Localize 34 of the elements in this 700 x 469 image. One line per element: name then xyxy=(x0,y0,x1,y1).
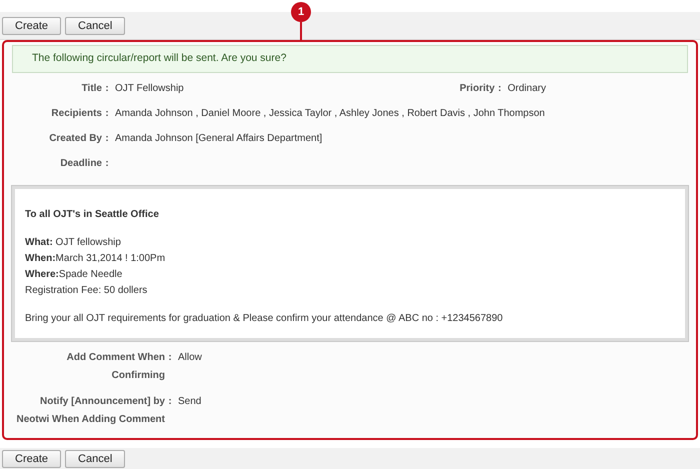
toolbar-button[interactable]: Create xyxy=(2,16,62,34)
field-label: Priority xyxy=(460,82,495,96)
message-line: What: OJT fellowship xyxy=(25,236,122,250)
field-value: Amanda Johnson , Daniel Moore , Jessica Taylor , Ashley Jones , Robert Davis , John Thompson xyxy=(115,107,545,121)
field-value: Amanda Johnson [General Affairs Department] xyxy=(115,132,322,146)
message-line: Registration Fee: 50 dollers xyxy=(25,284,148,298)
field-value: Ordinary xyxy=(508,82,546,96)
toolbar-button[interactable]: Create xyxy=(2,450,62,468)
message-heading: To all OJT's in Seattle Office xyxy=(25,208,160,222)
colon: : xyxy=(104,157,110,171)
message-line: Bring your all OJT requirements for graduation & Please confirm your attendance @ ABC no : +1234567890 xyxy=(25,312,504,326)
colon: : xyxy=(104,82,110,96)
field-label: Title xyxy=(80,82,102,96)
option-label: Neotwi When Adding Comment xyxy=(16,413,165,427)
option-value: Send xyxy=(178,395,202,409)
colon: : xyxy=(167,395,173,409)
colon: : xyxy=(167,351,173,365)
option-label: Notify [Announcement] by xyxy=(40,395,165,409)
field-label: Deadline xyxy=(59,157,102,171)
message-line: When:March 31,2014 ! 1:00Pm xyxy=(25,252,166,266)
option-value: Allow xyxy=(178,351,202,365)
colon: : xyxy=(104,107,110,121)
field-label: Recipients xyxy=(50,107,102,121)
option-label: Confirming xyxy=(112,369,165,383)
field-value: OJT Fellowship xyxy=(115,82,184,96)
colon: : xyxy=(496,82,502,96)
toolbar-button[interactable]: Cancel xyxy=(65,450,126,468)
colon: : xyxy=(104,132,110,146)
toolbar-button[interactable]: Cancel xyxy=(65,16,126,34)
field-label: Created By xyxy=(48,132,102,146)
option-label: Add Comment When xyxy=(66,351,165,365)
confirmation-notice: The following circular/report will be sent. Are you sure? xyxy=(12,45,688,73)
message-line: Where:Spade Needle xyxy=(25,268,124,282)
callout-marker: 1 xyxy=(291,2,311,22)
